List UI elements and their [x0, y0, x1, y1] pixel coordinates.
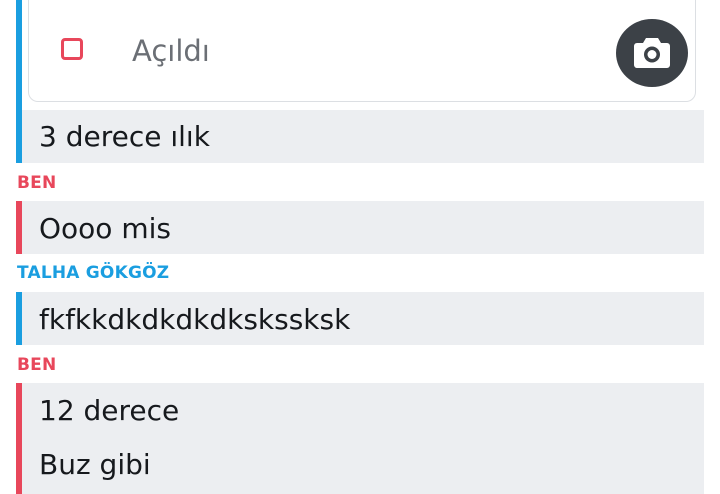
- snap-message-card[interactable]: Açıldı: [28, 0, 696, 102]
- message-text: Buz gibi: [39, 448, 151, 481]
- chat-message[interactable]: Oooo mis: [22, 201, 704, 254]
- camera-icon: [634, 38, 670, 68]
- camera-reply-button[interactable]: [616, 19, 688, 87]
- snap-status-label: Açıldı: [132, 34, 210, 68]
- message-text: 12 derece: [39, 394, 180, 427]
- sender-label-friend: TALHA GÖKGÖZ: [17, 263, 170, 283]
- opened-snap-square-icon: [61, 38, 83, 60]
- message-text: 3 derece ılık: [39, 120, 210, 153]
- sender-label-me: BEN: [17, 355, 57, 375]
- message-text: fkfkkdkdkdkdkskssksk: [39, 303, 351, 336]
- chat-message[interactable]: fkfkkdkdkdkdkskssksk: [22, 292, 704, 345]
- chat-message-group[interactable]: 12 derece Buz gibi: [22, 383, 704, 494]
- chat-thread: Açıldı 3 derece ılık BEN Oooo mis TALHA …: [0, 0, 720, 494]
- message-text: Oooo mis: [39, 212, 171, 245]
- sender-label-me: BEN: [17, 173, 57, 193]
- chat-message[interactable]: 3 derece ılık: [22, 110, 704, 163]
